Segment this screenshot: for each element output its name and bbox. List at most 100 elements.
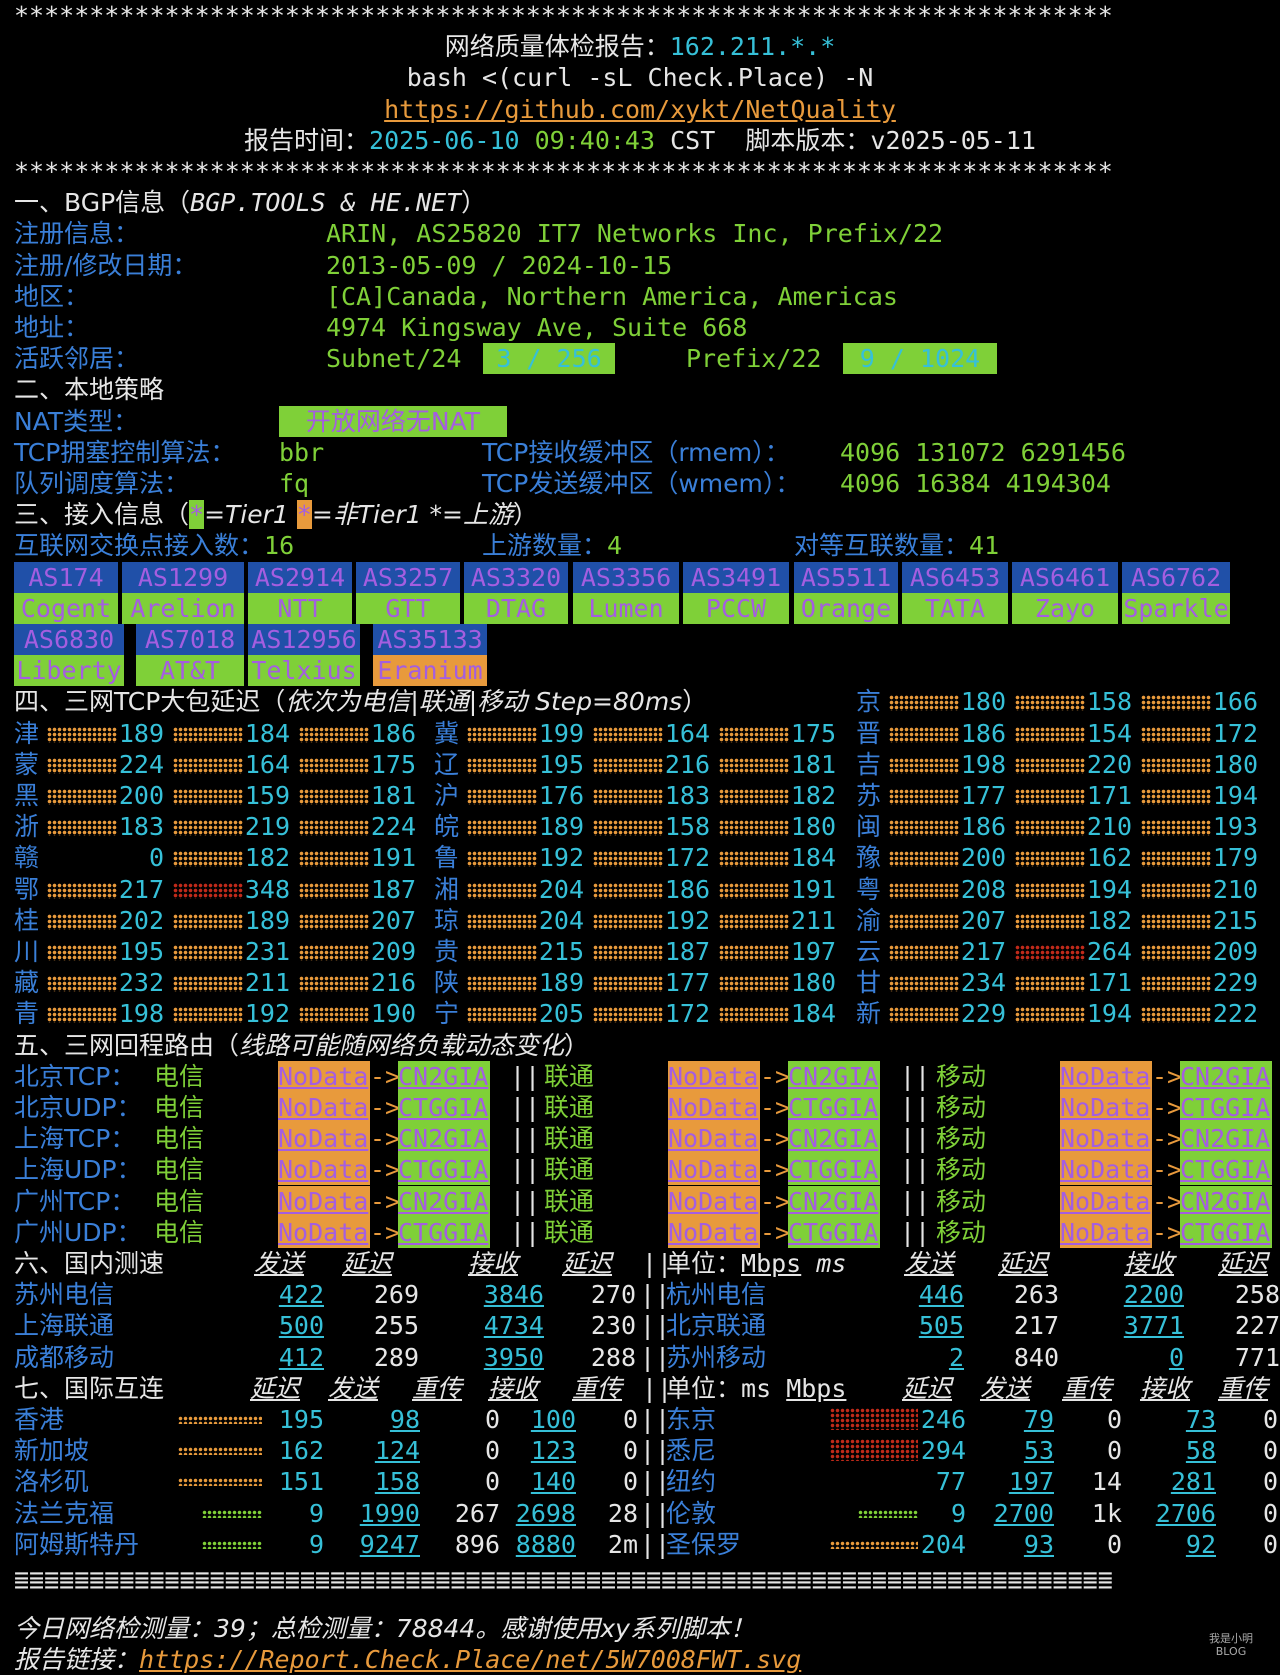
- latency-ms: 204: [920, 1529, 966, 1559]
- latency-ms: 181: [370, 781, 416, 810]
- terminal-report: ****************************************…: [0, 0, 1280, 1675]
- recv-retrans: 0: [622, 1467, 638, 1497]
- as-name[interactable]: Telxius: [251, 656, 356, 685]
- as-name[interactable]: PCCW: [706, 594, 766, 623]
- as-number[interactable]: AS3491: [691, 563, 781, 592]
- latency-ms: 189: [538, 968, 584, 998]
- latency-bar: [298, 726, 369, 743]
- send-retrans: 1k: [1091, 1498, 1122, 1528]
- as-name[interactable]: Arelion: [130, 594, 235, 623]
- section-bgp-title: 一、BGP信息（BGP.TOOLS & HE.NET）: [14, 187, 486, 218]
- as-number[interactable]: AS6453: [910, 563, 1000, 592]
- as-name[interactable]: Eranium: [377, 656, 482, 685]
- as-number[interactable]: AS6830: [24, 625, 114, 654]
- latency-bar: [718, 945, 789, 961]
- latency-ms: 195: [538, 749, 584, 779]
- section-title: 二、本地策略: [14, 375, 165, 405]
- recv-latency: 227: [1234, 1311, 1280, 1341]
- as-name[interactable]: Orange: [801, 594, 891, 623]
- as-name[interactable]: Liberty: [16, 656, 121, 685]
- latency-ms: 194: [1086, 874, 1132, 904]
- as-name[interactable]: NTT: [277, 594, 322, 623]
- province-name: 宁: [434, 999, 460, 1029]
- latency-bar: [718, 726, 789, 743]
- as-number[interactable]: AS3257: [363, 563, 453, 592]
- as-name[interactable]: Cogent: [21, 594, 111, 623]
- latency-ms: 216: [664, 749, 710, 779]
- latency-bar: [178, 1478, 262, 1487]
- repo-link[interactable]: https://github.com/xykt/NetQuality: [384, 95, 896, 124]
- bgp-source: BGP.TOOLS & HE.NET: [190, 188, 462, 218]
- as-number[interactable]: AS1299: [138, 563, 228, 592]
- as-name[interactable]: GTT: [385, 594, 430, 623]
- latency-bar: [888, 976, 959, 993]
- latency-bar: [172, 726, 243, 743]
- route-dest: CN2GIA: [788, 1061, 879, 1091]
- latency-bar: [718, 820, 789, 837]
- latency-ms: 171: [1086, 968, 1132, 998]
- as-name[interactable]: DTAG: [486, 594, 546, 623]
- as-number[interactable]: AS7018: [145, 625, 235, 654]
- section-title: 六、国内测速: [14, 1249, 165, 1278]
- as-number[interactable]: AS5511: [801, 563, 891, 592]
- as-number[interactable]: AS3356: [581, 563, 671, 592]
- latency-ms: 186: [960, 812, 1006, 842]
- as-number[interactable]: AS174: [28, 563, 103, 592]
- latency-bar: [466, 1007, 537, 1024]
- footer-rule-2: ========================================…: [14, 1569, 1113, 1600]
- province-name: 沪: [434, 781, 460, 810]
- column-sep: ||: [900, 1093, 931, 1122]
- as-number[interactable]: AS12956: [251, 625, 356, 654]
- latency-ms: 210: [1212, 874, 1258, 904]
- province-name: 甘: [856, 968, 882, 998]
- latency-ms: 219: [244, 812, 290, 842]
- recv-retrans: 0: [1262, 1405, 1278, 1434]
- command-line: bash <(curl -sL Check.Place) -N: [0, 62, 1280, 93]
- column-header: 重传: [1062, 1373, 1113, 1403]
- nodata-tag: NoData: [668, 1061, 759, 1091]
- bracket: ）: [512, 500, 538, 530]
- province-name: 闽: [856, 812, 882, 842]
- latency-ms: 232: [118, 968, 164, 998]
- latency-bar: [298, 757, 369, 774]
- latency-bar: [172, 882, 243, 899]
- as-number[interactable]: AS3320: [471, 563, 561, 592]
- as-name[interactable]: Zayo: [1035, 594, 1095, 623]
- as-number[interactable]: AS6461: [1020, 563, 1110, 592]
- arrow: ->: [760, 1186, 791, 1216]
- send-retrans: 0: [1106, 1436, 1122, 1466]
- isp-name: 联通: [544, 1155, 595, 1185]
- latency-ms: 189: [118, 718, 164, 748]
- latency-bar: [1014, 976, 1085, 993]
- latency-bar: [202, 1509, 262, 1518]
- as-name[interactable]: Sparkle: [1123, 594, 1228, 623]
- watermark-logo: 我是小明 BLOG: [1209, 1632, 1253, 1658]
- as-number[interactable]: AS6762: [1131, 563, 1221, 592]
- latency-bar: [1014, 945, 1085, 961]
- isp-name: 电信: [154, 1155, 205, 1185]
- arrow: ->: [1152, 1217, 1183, 1247]
- section-policy-title: 二、本地策略: [14, 374, 164, 405]
- latency-bar: [46, 945, 117, 961]
- recv-retrans: 0: [622, 1436, 638, 1466]
- latency-ms: 192: [664, 905, 710, 935]
- link-label: 报告链接：: [14, 1645, 140, 1675]
- as-name[interactable]: Lumen: [588, 594, 663, 623]
- province-name: 鲁: [434, 843, 460, 873]
- version-label: 脚本版本：: [745, 125, 871, 155]
- latency-bar: [1140, 757, 1211, 774]
- latency-ms: 175: [370, 749, 416, 779]
- as-number[interactable]: AS2914: [255, 563, 345, 592]
- as-name[interactable]: TATA: [925, 594, 985, 623]
- as-name[interactable]: AT&T: [160, 656, 220, 685]
- latency-ms: 234: [960, 968, 1006, 998]
- latency-bar: [1140, 726, 1211, 743]
- arrow: ->: [1152, 1124, 1183, 1154]
- as-number[interactable]: AS35133: [377, 625, 482, 654]
- nodata-tag: NoData: [668, 1217, 759, 1247]
- latency-ms: 186: [960, 718, 1006, 748]
- route-label: 上海TCP：: [14, 1124, 136, 1154]
- report-link[interactable]: https://Report.Check.Place/net/5W7008FWT…: [139, 1645, 801, 1674]
- province-name: 黑: [14, 781, 40, 810]
- node-name: 纽约: [666, 1467, 717, 1497]
